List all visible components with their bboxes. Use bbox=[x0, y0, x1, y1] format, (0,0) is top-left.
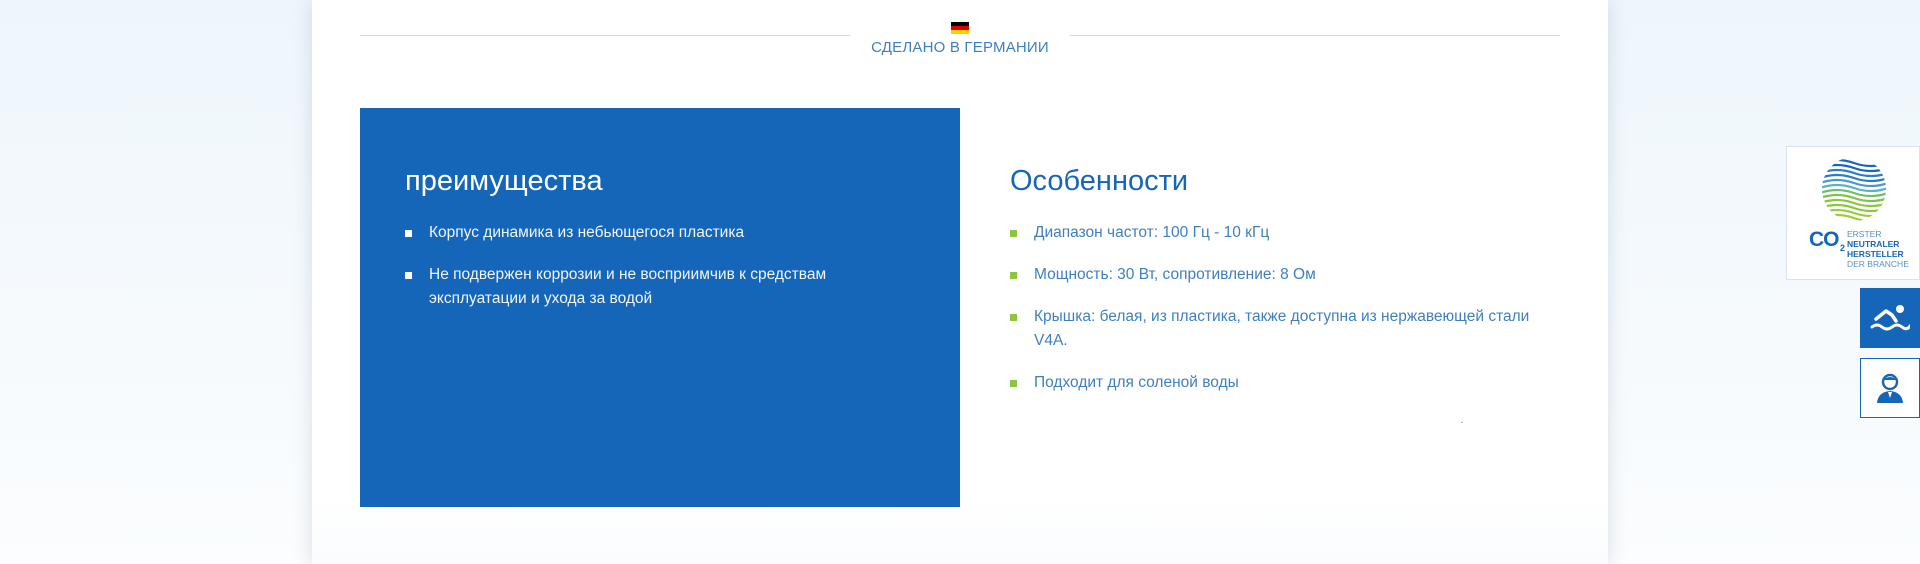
content-page: СДЕЛАНО В ГЕРМАНИИ преимущества Корпус д… bbox=[312, 0, 1608, 564]
co2-neutral-badge[interactable]: CO 2 ERSTER NEUTRALER HERSTELLER DER BRA… bbox=[1786, 146, 1920, 280]
co2-label: CO bbox=[1809, 228, 1839, 251]
co2-badge-text: ERSTER NEUTRALER HERSTELLER DER BRANCHE bbox=[1847, 229, 1909, 269]
made-in-germany-label: СДЕЛАНО В ГЕРМАНИИ bbox=[871, 39, 1049, 56]
list-item: Диапазон частот: 100 Гц - 10 кГц bbox=[1010, 221, 1550, 245]
square-bullet-icon bbox=[1010, 271, 1017, 279]
square-bullet-icon bbox=[405, 229, 412, 237]
contact-person-button[interactable] bbox=[1860, 358, 1920, 418]
co2-subscript: 2 bbox=[1840, 243, 1846, 253]
list-item-text: Крышка: белая, из пластика, также доступ… bbox=[1034, 307, 1530, 349]
list-item: Подходит для соленой воды bbox=[1010, 371, 1550, 395]
list-item-text: Диапазон частот: 100 Гц - 10 кГц bbox=[1034, 223, 1270, 241]
list-item: Крышка: белая, из пластика, также доступ… bbox=[1010, 305, 1550, 353]
co2-badge-line: NEUTRALER bbox=[1847, 239, 1900, 249]
decorative-dot bbox=[1461, 422, 1463, 423]
list-item-text: Корпус динамика из небьющегося пластика bbox=[429, 223, 745, 241]
list-item: Не подвержен коррозии и не восприимчив к… bbox=[405, 263, 916, 311]
co2-badge-line: ERSTER bbox=[1847, 229, 1882, 239]
co2-badge-line: HERSTELLER bbox=[1847, 249, 1904, 259]
co2-badge-line: DER BRANCHE bbox=[1847, 259, 1909, 269]
made-in-germany-divider: СДЕЛАНО В ГЕРМАНИИ bbox=[360, 22, 1560, 62]
swimmer-icon bbox=[1870, 305, 1910, 331]
list-item: Корпус динамика из небьющегося пластика bbox=[405, 221, 916, 245]
features-panel: Особенности Диапазон частот: 100 Гц - 10… bbox=[1010, 108, 1550, 413]
list-item-text: Мощность: 30 Вт, сопротивление: 8 Ом bbox=[1034, 265, 1316, 283]
advantages-title: преимущества bbox=[405, 165, 603, 197]
list-item-text: Не подвержен коррозии и не восприимчив к… bbox=[429, 265, 827, 307]
swimmer-button[interactable] bbox=[1860, 288, 1920, 348]
germany-flag-icon bbox=[951, 22, 969, 34]
square-bullet-icon bbox=[1010, 229, 1017, 237]
square-bullet-icon bbox=[1010, 313, 1017, 321]
globe-icon bbox=[1822, 158, 1886, 221]
advantages-panel: преимущества Корпус динамика из небьющег… bbox=[360, 108, 960, 507]
square-bullet-icon bbox=[405, 271, 412, 279]
features-list: Диапазон частот: 100 Гц - 10 кГц Мощност… bbox=[1010, 221, 1550, 395]
features-title: Особенности bbox=[1010, 165, 1189, 197]
user-contact-icon bbox=[1877, 373, 1903, 403]
divider-line-right bbox=[1070, 35, 1560, 36]
square-bullet-icon bbox=[1010, 379, 1017, 387]
list-item-text: Подходит для соленой воды bbox=[1034, 373, 1239, 391]
advantages-list: Корпус динамика из небьющегося пластика … bbox=[405, 221, 916, 311]
list-item: Мощность: 30 Вт, сопротивление: 8 Ом bbox=[1010, 263, 1550, 287]
divider-line-left bbox=[360, 35, 850, 36]
